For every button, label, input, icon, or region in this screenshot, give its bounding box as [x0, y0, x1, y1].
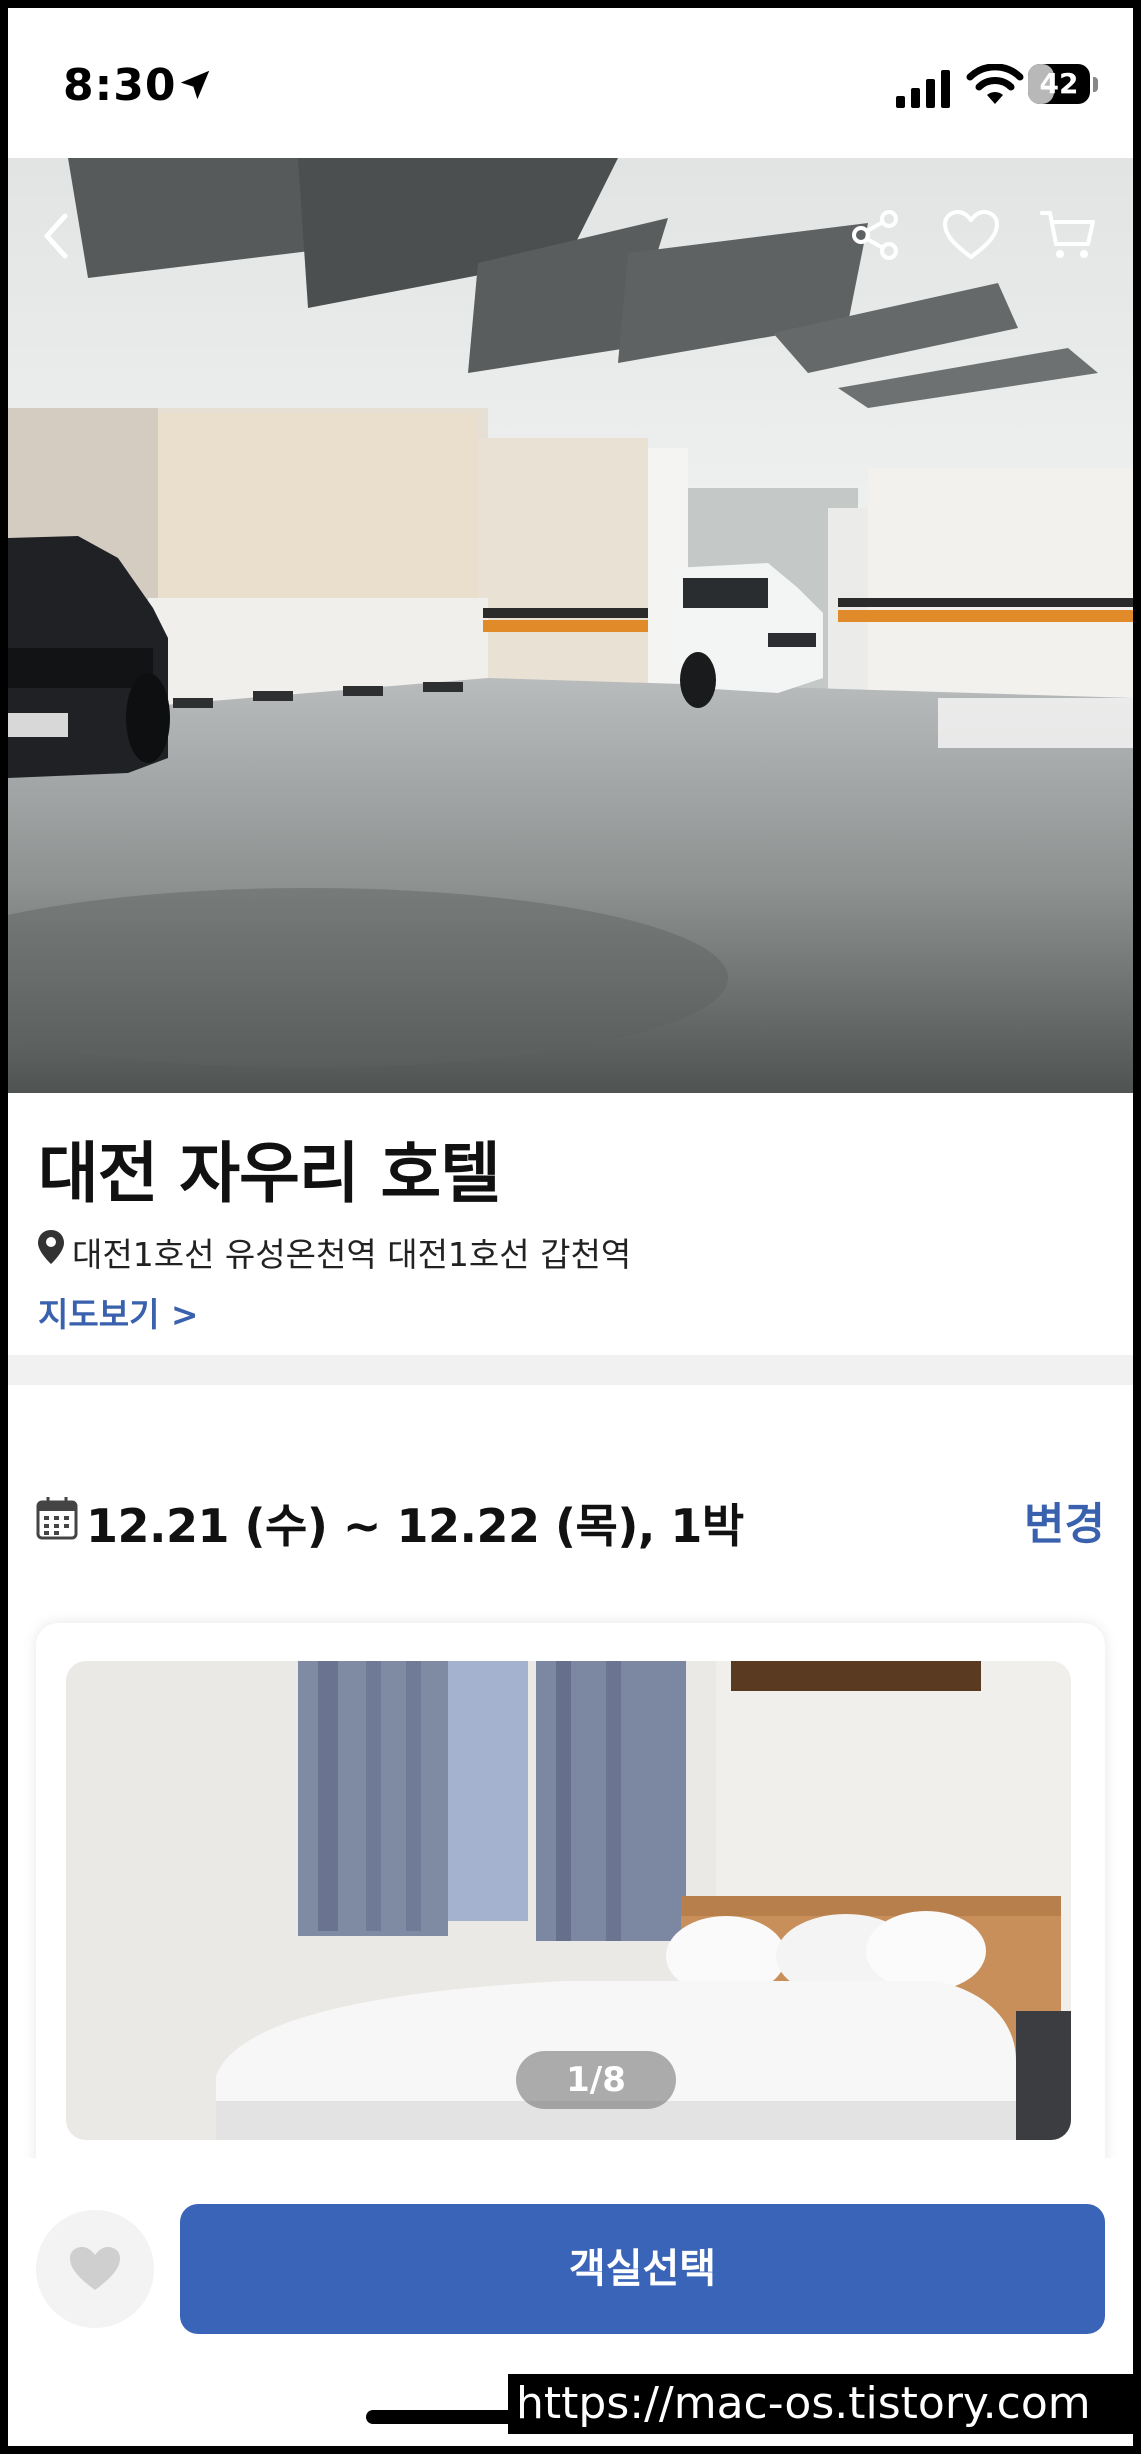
select-room-button[interactable]: 객실선택: [180, 2204, 1105, 2334]
change-dates-button[interactable]: 변경: [1024, 1488, 1105, 1552]
status-bar: 8:30 42: [8, 8, 1133, 158]
wishlist-button[interactable]: [933, 200, 1008, 270]
wishlist-toggle-button[interactable]: [36, 2210, 154, 2328]
share-icon: [852, 210, 898, 260]
location-pin-icon: [38, 1230, 64, 1264]
battery-level: 42: [1039, 67, 1079, 100]
cart-button[interactable]: [1030, 200, 1105, 270]
back-button[interactable]: [26, 196, 86, 276]
parking-garage-photo: [8, 158, 1133, 1093]
status-time: 8:30: [63, 60, 177, 111]
back-chevron-icon: [44, 213, 68, 259]
hotel-name: 대전 자우리 호텔: [38, 1135, 501, 1212]
view-map-link[interactable]: 지도보기 >: [38, 1288, 199, 1336]
app-screen: 8:30 42 대전 자우리 호텔 대전1호선 유성온천역 대전1호선 갑천역 …: [8, 8, 1133, 2446]
cart-icon: [1039, 211, 1095, 258]
watermark-url: https://mac-os.tistory.com: [508, 2374, 1133, 2434]
share-button[interactable]: [840, 200, 910, 270]
nearby-stations: 대전1호선 유성온천역 대전1호선 갑천역: [72, 1235, 632, 1274]
heart-filled-icon: [70, 2247, 120, 2290]
photo-page-indicator: 1/8: [516, 2051, 676, 2109]
location-arrow-icon: [180, 70, 210, 100]
battery-icon: 42: [1028, 64, 1100, 108]
stay-date-range: 12.21 (수) ~ 12.22 (목), 1박: [86, 1499, 744, 1553]
wifi-icon: [966, 64, 1024, 104]
cellular-signal-icon: [896, 70, 950, 108]
section-divider: [8, 1355, 1133, 1385]
hero-photo[interactable]: [8, 158, 1133, 1093]
calendar-icon: [36, 1497, 78, 1540]
room-photo-carousel[interactable]: 1/8: [66, 1661, 1071, 2140]
heart-outline-icon: [942, 210, 999, 259]
